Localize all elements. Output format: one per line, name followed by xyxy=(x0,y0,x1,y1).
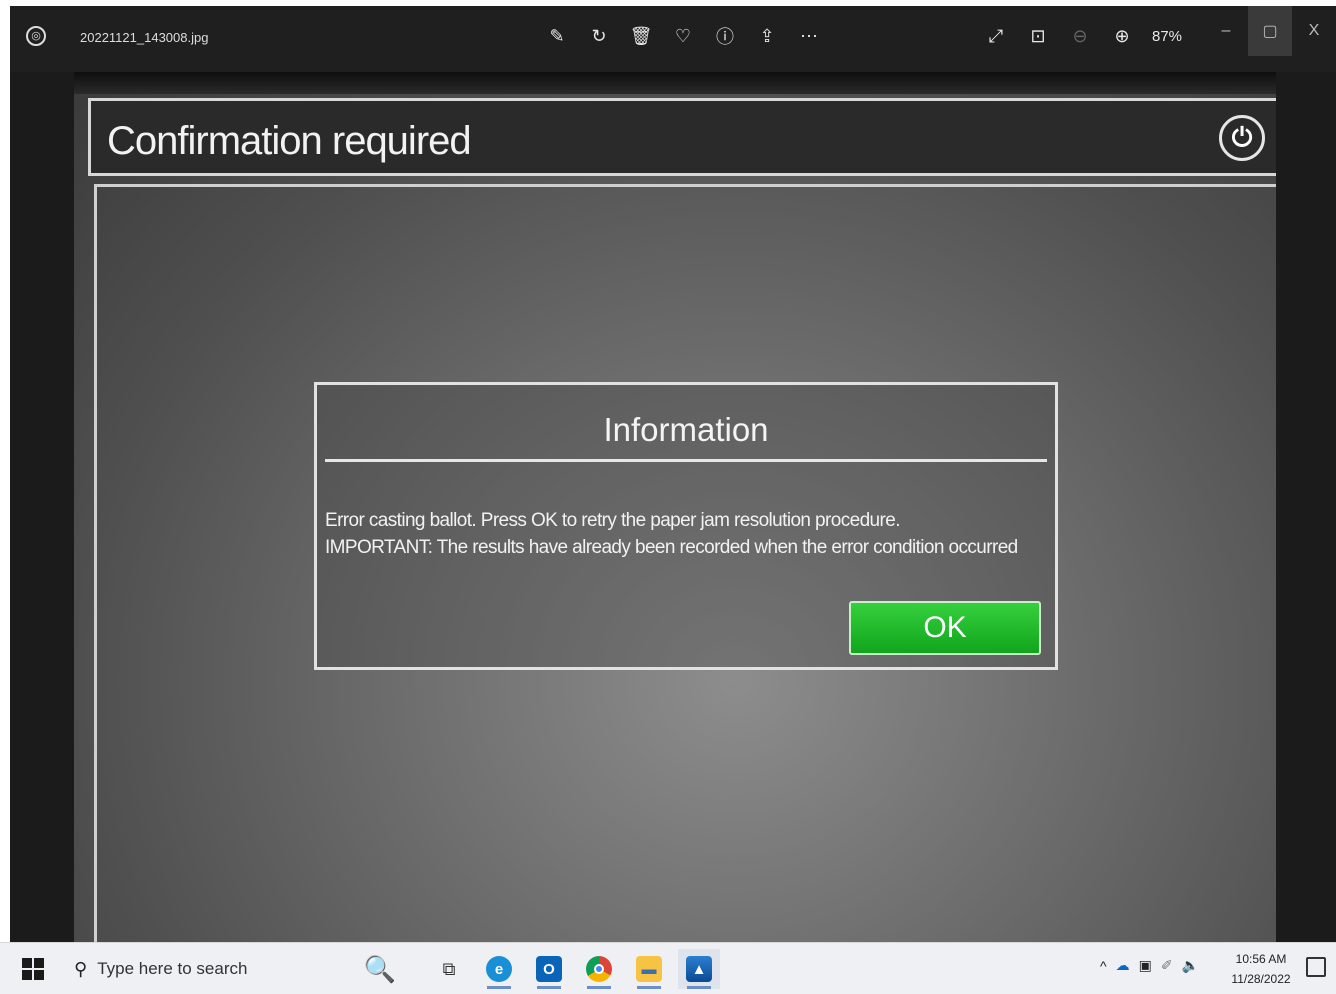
pen-icon[interactable]: ✐ xyxy=(1161,957,1173,974)
favorite-icon[interactable]: ♡ xyxy=(669,22,697,50)
taskbar: ⚲ Type here to search 🔍 ⧉ e O ▬ ▲ ^ ☁ ▣ … xyxy=(0,942,1336,994)
zoom-out-icon[interactable]: ⊖ xyxy=(1066,22,1094,50)
power-icon: ⏻ xyxy=(1219,115,1265,161)
dialog-divider xyxy=(325,459,1047,462)
chevron-up-icon[interactable]: ^ xyxy=(1100,958,1107,974)
photo-bezel xyxy=(74,72,1276,94)
clock-time: 10:56 AM xyxy=(1235,952,1287,966)
screen-header: Confirmation required ⏻ xyxy=(88,98,1276,176)
window-controls: – ▢ X xyxy=(1204,6,1336,56)
actual-size-icon[interactable]: ⊡ xyxy=(1024,22,1052,50)
search-highlight-icon[interactable]: 🔍 xyxy=(352,951,408,987)
zoom-in-icon[interactable]: ⊕ xyxy=(1108,22,1136,50)
zoom-level[interactable]: 87% xyxy=(1152,28,1182,45)
view-toolbar: ⤢ ⊡ ⊖ ⊕ 87% xyxy=(982,22,1182,50)
search-placeholder: Type here to search xyxy=(97,959,248,978)
edit-image-icon[interactable]: ✎ xyxy=(543,22,571,50)
volume-icon[interactable]: 🔈 xyxy=(1182,957,1199,974)
pinned-apps: ⧉ e O ▬ ▲ xyxy=(428,949,720,989)
maximize-button[interactable]: ▢ xyxy=(1248,6,1292,56)
network-icon[interactable]: ▣ xyxy=(1139,957,1152,974)
photos-app-icon: ◎ xyxy=(26,26,46,46)
search-box[interactable]: ⚲ Type here to search xyxy=(62,949,352,989)
rotate-icon[interactable]: ↻ xyxy=(585,22,613,50)
clock-date: 11/28/2022 xyxy=(1231,972,1291,986)
photo-image: Confirmation required ⏻ Information Erro… xyxy=(74,72,1276,942)
file-explorer-icon[interactable]: ▬ xyxy=(628,949,670,989)
file-name: 20221121_143008.jpg xyxy=(80,30,209,45)
clock[interactable]: 10:56 AM 11/28/2022 xyxy=(1226,949,1296,989)
chrome-icon[interactable] xyxy=(578,949,620,989)
edge-icon[interactable]: e xyxy=(478,949,520,989)
photos-icon[interactable]: ▲ xyxy=(678,949,720,989)
fullscreen-icon[interactable]: ⤢ xyxy=(982,22,1010,50)
system-tray: ^ ☁ ▣ ✐ 🔈 xyxy=(1100,957,1199,974)
dialog-message-line1: Error casting ballot. Press OK to retry … xyxy=(325,510,901,531)
outlook-icon[interactable]: O xyxy=(528,949,570,989)
onedrive-icon[interactable]: ☁ xyxy=(1116,957,1130,974)
search-icon: ⚲ xyxy=(74,958,88,979)
photos-window: ◎ 20221121_143008.jpg ✎ ↻ 🗑 ♡ ⓘ ⇪ ⋯ ⤢ ⊡ … xyxy=(10,6,1336,942)
dialog-message-line2: IMPORTANT: The results have already been… xyxy=(325,537,1018,558)
dialog-title: Information xyxy=(603,411,769,448)
task-view-icon[interactable]: ⧉ xyxy=(428,949,470,989)
close-button[interactable]: X xyxy=(1292,6,1336,56)
titlebar: ◎ 20221121_143008.jpg ✎ ↻ 🗑 ♡ ⓘ ⇪ ⋯ ⤢ ⊡ … xyxy=(10,6,1336,72)
more-icon[interactable]: ⋯ xyxy=(795,22,823,50)
dialog-message: Error casting ballot. Press OK to retry … xyxy=(325,507,1055,561)
notification-icon[interactable] xyxy=(1306,957,1326,977)
screen-title: Confirmation required xyxy=(107,119,472,163)
delete-icon[interactable]: 🗑 xyxy=(627,22,655,50)
share-icon[interactable]: ⇪ xyxy=(753,22,781,50)
information-dialog: Information Error casting ballot. Press … xyxy=(314,382,1058,670)
image-toolbar: ✎ ↻ 🗑 ♡ ⓘ ⇪ ⋯ xyxy=(543,22,823,50)
start-button[interactable] xyxy=(22,958,44,980)
ok-button: OK xyxy=(849,601,1041,655)
info-icon[interactable]: ⓘ xyxy=(711,22,739,50)
minimize-button[interactable]: – xyxy=(1204,6,1248,56)
